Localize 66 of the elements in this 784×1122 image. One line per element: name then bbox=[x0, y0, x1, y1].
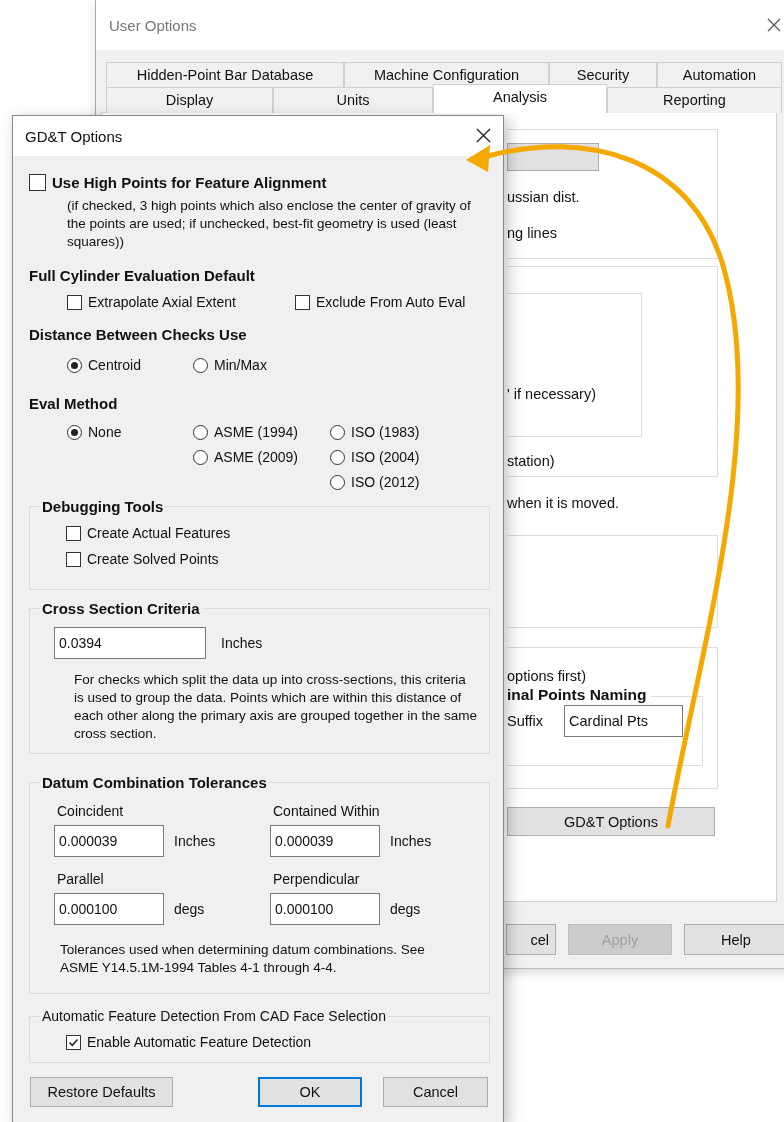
unit-label: degs bbox=[390, 901, 421, 917]
group-title: Datum Combination Tolerances bbox=[41, 774, 268, 791]
section-heading: Full Cylinder Evaluation Default bbox=[29, 267, 256, 284]
dialog-button[interactable]: Cancel bbox=[383, 1077, 488, 1107]
option-label: when it is moved. bbox=[507, 495, 620, 511]
option-label: options first) bbox=[507, 668, 586, 684]
radio-button[interactable]: ASME (1994) bbox=[193, 424, 330, 440]
radio-button[interactable]: Min/Max bbox=[193, 357, 490, 373]
option-label: ng lines bbox=[507, 225, 557, 241]
radio-button[interactable]: ASME (2009) bbox=[193, 449, 330, 465]
check-icon bbox=[68, 1036, 79, 1048]
field-label: Perpendicular bbox=[273, 871, 361, 887]
checkbox[interactable]: Exclude From Auto Eval bbox=[295, 294, 490, 310]
tab[interactable]: Machine Configuration bbox=[344, 62, 549, 87]
window-title: User Options bbox=[109, 16, 197, 34]
gdt-options-button[interactable]: GD&T Options bbox=[507, 807, 715, 836]
tab[interactable]: Security bbox=[549, 62, 657, 87]
radio-button[interactable]: Centroid bbox=[67, 357, 193, 373]
dialog-title: GD&T Options bbox=[25, 127, 123, 145]
group-title: Debugging Tools bbox=[41, 498, 165, 515]
radio-button[interactable]: None bbox=[67, 424, 193, 440]
unit-label: Inches bbox=[221, 635, 263, 651]
unit-label: Inches bbox=[390, 833, 432, 849]
help-text: For checks which split the data up into cross-sections, this criteria is used to group the data. Points which are within this distance of each other along the primary axis are grouped together in the same cross section. bbox=[74, 671, 478, 743]
field-label: Contained Within bbox=[273, 803, 381, 819]
input-field[interactable]: 0.0394 bbox=[54, 627, 206, 659]
radio-button[interactable]: ISO (2004) bbox=[330, 449, 490, 465]
group-title: Automatic Feature Detection From CAD Face Selection bbox=[41, 1008, 387, 1024]
section-heading: Eval Method bbox=[29, 395, 119, 412]
input-field[interactable]: 0.000100 bbox=[54, 893, 164, 925]
field-label: Coincident bbox=[57, 803, 125, 819]
dialog-button[interactable]: OK bbox=[258, 1077, 362, 1107]
close-icon[interactable] bbox=[767, 18, 781, 32]
help-text: Tolerances used when determining datum combinations. See ASME Y14.5.1M-1994 Tables 4-1 through 4-4. bbox=[60, 941, 426, 977]
radio-button[interactable]: ISO (1983) bbox=[330, 424, 490, 440]
help-text: (if checked, 3 high points which also enclose the center of gravity of the points are used; if unchecked, best-fit geometry is used (least squares)) bbox=[67, 197, 472, 251]
input-field[interactable]: 0.000039 bbox=[270, 825, 380, 857]
close-icon[interactable] bbox=[476, 128, 491, 143]
unit-label: Inches bbox=[174, 833, 216, 849]
group-title: Cross Section Criteria bbox=[41, 600, 201, 617]
tab[interactable]: Hidden-Point Bar Database bbox=[106, 62, 344, 87]
input-field[interactable]: 0.000100 bbox=[270, 893, 380, 925]
tab[interactable]: Automation bbox=[657, 62, 782, 87]
dialog-button[interactable]: cel bbox=[506, 924, 556, 955]
option-label: ussian dist. bbox=[507, 189, 580, 205]
input-field[interactable]: 0.000039 bbox=[54, 825, 164, 857]
group-title: inal Points Naming bbox=[507, 686, 651, 704]
option-label: ' if necessary) bbox=[507, 386, 596, 402]
option-label: station) bbox=[507, 453, 555, 469]
checkbox[interactable]: Create Actual Features bbox=[66, 525, 479, 541]
field-label: Suffix bbox=[507, 713, 543, 729]
tab[interactable]: Analysis bbox=[433, 84, 607, 113]
checkbox[interactable]: Create Solved Points bbox=[66, 551, 479, 567]
tab[interactable]: Reporting bbox=[607, 87, 782, 113]
radio-button[interactable]: ISO (2012) bbox=[330, 474, 490, 490]
field-label: Parallel bbox=[57, 871, 105, 887]
checkbox[interactable]: Enable Automatic Feature Detection bbox=[66, 1034, 479, 1050]
tab[interactable]: Units bbox=[273, 87, 433, 113]
tab[interactable]: Display bbox=[106, 87, 273, 113]
section-heading: Distance Between Checks Use bbox=[29, 326, 248, 343]
suffix-field[interactable]: Cardinal Pts bbox=[564, 705, 683, 737]
dialog-button[interactable]: Help bbox=[684, 924, 784, 955]
checkbox[interactable]: Use High Points for Feature Alignment bbox=[29, 174, 490, 191]
dialog-button[interactable]: Restore Defaults bbox=[30, 1077, 173, 1107]
checkbox[interactable]: Extrapolate Axial Extent bbox=[67, 294, 295, 310]
unit-label: degs bbox=[174, 901, 205, 917]
